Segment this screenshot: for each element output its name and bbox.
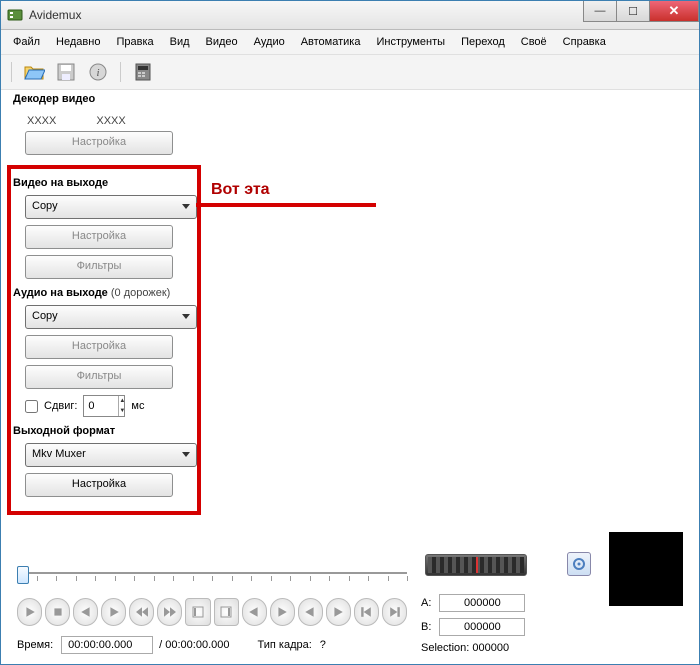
menu-video[interactable]: Видео bbox=[198, 34, 246, 50]
output-format-panel: Выходной формат Mkv Muxer Настройка bbox=[13, 421, 193, 503]
audio-shift-unit: мс bbox=[131, 400, 144, 412]
menu-recent[interactable]: Недавно bbox=[48, 34, 108, 50]
open-icon[interactable] bbox=[22, 60, 46, 84]
annotation-arrow bbox=[196, 203, 376, 207]
next-keyframe-button[interactable] bbox=[157, 598, 182, 626]
menu-go[interactable]: Переход bbox=[453, 34, 513, 50]
decoder-title: Декодер видео bbox=[13, 93, 193, 105]
menu-custom[interactable]: Своё bbox=[513, 34, 555, 50]
audio-shift-checkbox[interactable] bbox=[25, 400, 38, 413]
audio-tracks-count: (0 дорожек) bbox=[111, 287, 170, 299]
set-marker-a-button[interactable] bbox=[185, 598, 210, 626]
info-icon[interactable]: i bbox=[86, 60, 110, 84]
menu-audio[interactable]: Аудио bbox=[246, 34, 293, 50]
menu-view[interactable]: Вид bbox=[162, 34, 198, 50]
maximize-button[interactable]: ☐ bbox=[616, 1, 650, 22]
window-controls: — ☐ ✕ bbox=[584, 1, 699, 22]
decoder-panel: Декодер видео XXXX XXXX Настройка bbox=[13, 89, 193, 161]
transport-controls bbox=[17, 598, 407, 626]
window-title: Avidemux bbox=[29, 8, 81, 22]
play-button[interactable] bbox=[17, 598, 42, 626]
toolbar-separator bbox=[11, 62, 12, 82]
menu-edit[interactable]: Правка bbox=[108, 34, 161, 50]
decoder-field-1: XXXX bbox=[27, 115, 56, 127]
marker-b-label: B: bbox=[421, 621, 431, 633]
frametype-value: ? bbox=[320, 639, 326, 651]
first-frame-button[interactable] bbox=[354, 598, 379, 626]
slider-line bbox=[17, 572, 407, 574]
next-cut-button[interactable] bbox=[270, 598, 295, 626]
slider-ticks bbox=[17, 576, 407, 581]
content-area: Декодер видео XXXX XXXX Настройка Видео … bbox=[1, 85, 699, 664]
decoder-field-2: XXXX bbox=[96, 115, 125, 127]
selection-value: 000000 bbox=[472, 642, 509, 654]
frametype-label: Тип кадра: bbox=[258, 639, 312, 651]
titlebar: Avidemux — ☐ ✕ bbox=[1, 1, 699, 30]
svg-text:i: i bbox=[96, 67, 99, 79]
annotation-text: Вот эта bbox=[211, 181, 270, 199]
audio-filters-button[interactable]: Фильтры bbox=[25, 365, 173, 389]
prev-black-button[interactable] bbox=[298, 598, 323, 626]
spinner-down-icon[interactable]: ▼ bbox=[119, 406, 125, 416]
menu-help[interactable]: Справка bbox=[555, 34, 614, 50]
video-codec-select[interactable]: Copy bbox=[25, 195, 197, 219]
save-icon[interactable] bbox=[54, 60, 78, 84]
prev-frame-button[interactable] bbox=[73, 598, 98, 626]
toolbar-separator bbox=[120, 62, 121, 82]
marker-b-field[interactable]: 000000 bbox=[439, 618, 525, 636]
output-format-title: Выходной формат bbox=[13, 425, 193, 437]
app-window: Avidemux — ☐ ✕ Файл Недавно Правка Вид В… bbox=[0, 0, 700, 665]
audio-shift-label: Сдвиг: bbox=[44, 400, 77, 412]
audio-codec-select[interactable]: Copy bbox=[25, 305, 197, 329]
close-button[interactable]: ✕ bbox=[649, 1, 699, 22]
next-frame-button[interactable] bbox=[101, 598, 126, 626]
slider-thumb[interactable] bbox=[17, 566, 29, 584]
prev-keyframe-button[interactable] bbox=[129, 598, 154, 626]
menu-tools[interactable]: Инструменты bbox=[368, 34, 453, 50]
next-black-button[interactable] bbox=[326, 598, 351, 626]
decoder-info: XXXX XXXX bbox=[13, 111, 193, 131]
video-filters-button[interactable]: Фильтры bbox=[25, 255, 173, 279]
audio-shift-spinner[interactable]: ▲▼ bbox=[83, 395, 125, 417]
audio-output-title: Аудио на выходе (0 дорожек) bbox=[13, 287, 193, 299]
audio-configure-button[interactable]: Настройка bbox=[25, 335, 173, 359]
video-configure-button[interactable]: Настройка bbox=[25, 225, 173, 249]
selection-text: Selection: 000000 bbox=[421, 642, 681, 654]
set-marker-b-button[interactable] bbox=[214, 598, 239, 626]
app-icon bbox=[7, 7, 23, 23]
calculator-icon[interactable] bbox=[131, 60, 155, 84]
marker-a-label: A: bbox=[421, 597, 431, 609]
jog-wheel[interactable] bbox=[425, 554, 527, 576]
video-output-panel: Видео на выходе Copy Настройка Фильтры bbox=[13, 173, 193, 285]
last-frame-button[interactable] bbox=[382, 598, 407, 626]
video-preview bbox=[609, 532, 683, 606]
timeline-area: Время: 00:00:00.000 / 00:00:00.000 Тип к… bbox=[17, 564, 407, 654]
prev-cut-button[interactable] bbox=[242, 598, 267, 626]
time-info-row: Время: 00:00:00.000 / 00:00:00.000 Тип к… bbox=[17, 636, 407, 654]
jog-reset-button[interactable] bbox=[567, 552, 591, 576]
selection-area: A: 000000 B: 000000 Selection: 000000 bbox=[421, 554, 681, 654]
audio-output-panel: Аудио на выходе (0 дорожек) Copy Настрой… bbox=[13, 283, 193, 423]
video-output-title: Видео на выходе bbox=[13, 177, 193, 189]
menu-file[interactable]: Файл bbox=[5, 34, 48, 50]
menubar: Файл Недавно Правка Вид Видео Аудио Авто… bbox=[1, 30, 699, 55]
audio-shift-row: Сдвиг: ▲▼ мс bbox=[25, 395, 193, 417]
marker-a-field[interactable]: 000000 bbox=[439, 594, 525, 612]
spinner-arrows[interactable]: ▲▼ bbox=[118, 396, 125, 416]
muxer-configure-button[interactable]: Настройка bbox=[25, 473, 173, 497]
selection-label: Selection: bbox=[421, 642, 469, 654]
menu-auto[interactable]: Автоматика bbox=[293, 34, 369, 50]
time-field[interactable]: 00:00:00.000 bbox=[61, 636, 153, 654]
duration-text: / 00:00:00.000 bbox=[159, 639, 229, 651]
minimize-button[interactable]: — bbox=[583, 1, 617, 22]
muxer-select[interactable]: Mkv Muxer bbox=[25, 443, 197, 467]
marker-b-row: B: 000000 bbox=[421, 618, 681, 636]
timeline-slider[interactable] bbox=[17, 564, 407, 582]
audio-output-title-text: Аудио на выходе bbox=[13, 287, 108, 299]
decoder-configure-button[interactable]: Настройка bbox=[25, 131, 173, 155]
stop-button[interactable] bbox=[45, 598, 70, 626]
spinner-up-icon[interactable]: ▲ bbox=[119, 396, 125, 406]
time-label: Время: bbox=[17, 639, 53, 651]
audio-shift-input[interactable] bbox=[84, 399, 118, 413]
